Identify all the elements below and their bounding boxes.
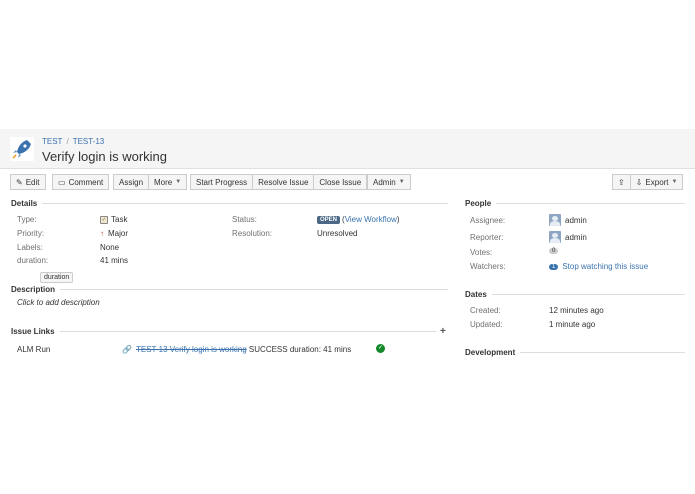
details-heading-label: Details — [11, 199, 38, 208]
resolution-label: Resolution: — [232, 229, 273, 238]
people-heading[interactable]: People — [465, 199, 685, 208]
avatar — [549, 231, 561, 243]
type-text: Task — [111, 215, 128, 224]
avatar — [549, 214, 561, 226]
close-issue-button[interactable]: Close Issue — [314, 174, 368, 190]
development-heading[interactable]: Development — [465, 348, 685, 357]
share-button[interactable]: ⇪ — [612, 174, 631, 190]
issue-links-heading-label: Issue Links — [11, 327, 55, 336]
toolbar-comment-group: ▭ Comment — [52, 174, 110, 190]
issue-links-heading[interactable]: Issue Links — [11, 327, 436, 336]
development-heading-label: Development — [465, 348, 516, 357]
edit-button[interactable]: ✎ Edit — [10, 174, 46, 190]
status-label: Status: — [232, 215, 257, 224]
duration-value[interactable]: 41 mins — [100, 256, 128, 265]
comment-icon: ▭ — [58, 177, 66, 187]
duration-label: duration: — [17, 256, 49, 265]
priority-value: ↑ Major — [100, 229, 128, 238]
assignee-value[interactable]: admin — [549, 214, 587, 226]
toolbar-admin-group: Admin ▼ — [367, 174, 411, 190]
more-button[interactable]: More ▼ — [149, 174, 188, 190]
add-link-plus-icon[interactable]: + — [440, 326, 446, 337]
updated-label: Updated: — [470, 320, 503, 329]
details-heading[interactable]: Details — [11, 199, 448, 208]
export-label: Export — [645, 177, 669, 187]
issue-summary[interactable]: Verify login is working — [42, 149, 167, 164]
export-button[interactable]: ⇩ Export ▼ — [630, 174, 684, 190]
assign-button[interactable]: Assign — [113, 174, 150, 190]
check-circle-icon: ✓ — [376, 344, 385, 353]
watchers-value: 1 Stop watching this issue — [549, 262, 648, 271]
votes-label: Votes: — [470, 248, 493, 257]
linked-issue-status-text: SUCCESS duration: 41 mins — [248, 345, 352, 354]
toolbar-edit-group: ✎ Edit — [10, 174, 46, 190]
votes-value[interactable]: 0 — [549, 248, 559, 254]
arrow-up-icon: ↑ — [100, 229, 104, 238]
comment-label: Comment — [68, 177, 104, 187]
breadcrumb: TEST / TEST-13 — [42, 137, 104, 146]
toolbar-workflow-group: Start Progress Resolve Issue Close Issue — [190, 174, 368, 190]
rocket-icon[interactable] — [10, 137, 34, 161]
updated-value: 1 minute ago — [549, 320, 596, 329]
link-icon: 🔗 — [122, 345, 132, 354]
status-badge: OPEN — [317, 215, 341, 224]
view-workflow-link[interactable]: View Workflow — [345, 215, 397, 224]
issue-header: TEST / TEST-13 Verify login is working — [0, 129, 695, 169]
reporter-name: admin — [565, 232, 587, 242]
priority-label: Priority: — [17, 229, 45, 238]
dates-heading-label: Dates — [465, 290, 487, 299]
stop-watching-link[interactable]: Stop watching this issue — [562, 262, 648, 271]
linked-issue: 🔗 TEST-13 Verify login is working SUCCESS… — [122, 345, 351, 354]
type-value: ✓ Task — [100, 215, 127, 224]
toolbar-share-group: ⇪ ⇩ Export ▼ — [612, 174, 684, 190]
created-value: 12 minutes ago — [549, 306, 604, 315]
watchers-label: Watchers: — [470, 262, 506, 271]
assignee-label: Assignee: — [470, 216, 506, 225]
divider — [60, 289, 448, 290]
votes-count-badge: 0 — [549, 248, 559, 254]
divider — [520, 352, 685, 353]
divider — [496, 203, 685, 204]
people-heading-label: People — [465, 199, 492, 208]
more-label: More — [154, 177, 173, 187]
watchers-count-badge[interactable]: 1 — [549, 263, 559, 270]
divider — [42, 203, 448, 204]
breadcrumb-separator: / — [66, 137, 69, 146]
reporter-value[interactable]: admin — [549, 231, 587, 243]
link-type: ALM Run — [17, 345, 51, 354]
duration-chip[interactable]: duration — [40, 272, 74, 283]
chevron-down-icon: ▼ — [398, 179, 405, 185]
export-icon: ⇩ — [635, 177, 643, 187]
admin-button[interactable]: Admin ▼ — [367, 174, 411, 190]
chevron-down-icon: ▼ — [175, 179, 182, 185]
dates-heading[interactable]: Dates — [465, 290, 685, 299]
reporter-label: Reporter: — [470, 233, 504, 242]
type-label: Type: — [17, 215, 37, 224]
labels-label: Labels: — [17, 243, 43, 252]
admin-label: Admin — [373, 177, 396, 187]
labels-value[interactable]: None — [100, 243, 119, 252]
task-icon: ✓ — [100, 215, 108, 224]
divider — [491, 294, 685, 295]
description-heading-label: Description — [11, 285, 56, 294]
breadcrumb-issue-link[interactable]: TEST-13 — [73, 137, 105, 146]
resolution-value: Unresolved — [317, 229, 358, 238]
pencil-icon: ✎ — [16, 177, 23, 187]
resolve-issue-button[interactable]: Resolve Issue — [253, 174, 315, 190]
assignee-name: admin — [565, 215, 587, 225]
comment-button[interactable]: ▭ Comment — [52, 174, 110, 190]
description-field[interactable]: Click to add description — [17, 298, 100, 307]
priority-text: Major — [108, 229, 129, 238]
status-value: OPEN(View Workflow) — [317, 215, 400, 224]
share-icon: ⇪ — [618, 177, 625, 187]
linked-issue-link[interactable]: TEST-13 Verify login is working — [136, 345, 247, 354]
divider — [59, 331, 436, 332]
description-heading[interactable]: Description — [11, 285, 448, 294]
breadcrumb-project-link[interactable]: TEST — [42, 137, 62, 146]
edit-label: Edit — [25, 177, 40, 187]
toolbar-assign-group: Assign More ▼ — [113, 174, 188, 190]
created-label: Created: — [470, 306, 501, 315]
chevron-down-icon: ▼ — [671, 179, 678, 185]
start-progress-button[interactable]: Start Progress — [190, 174, 254, 190]
